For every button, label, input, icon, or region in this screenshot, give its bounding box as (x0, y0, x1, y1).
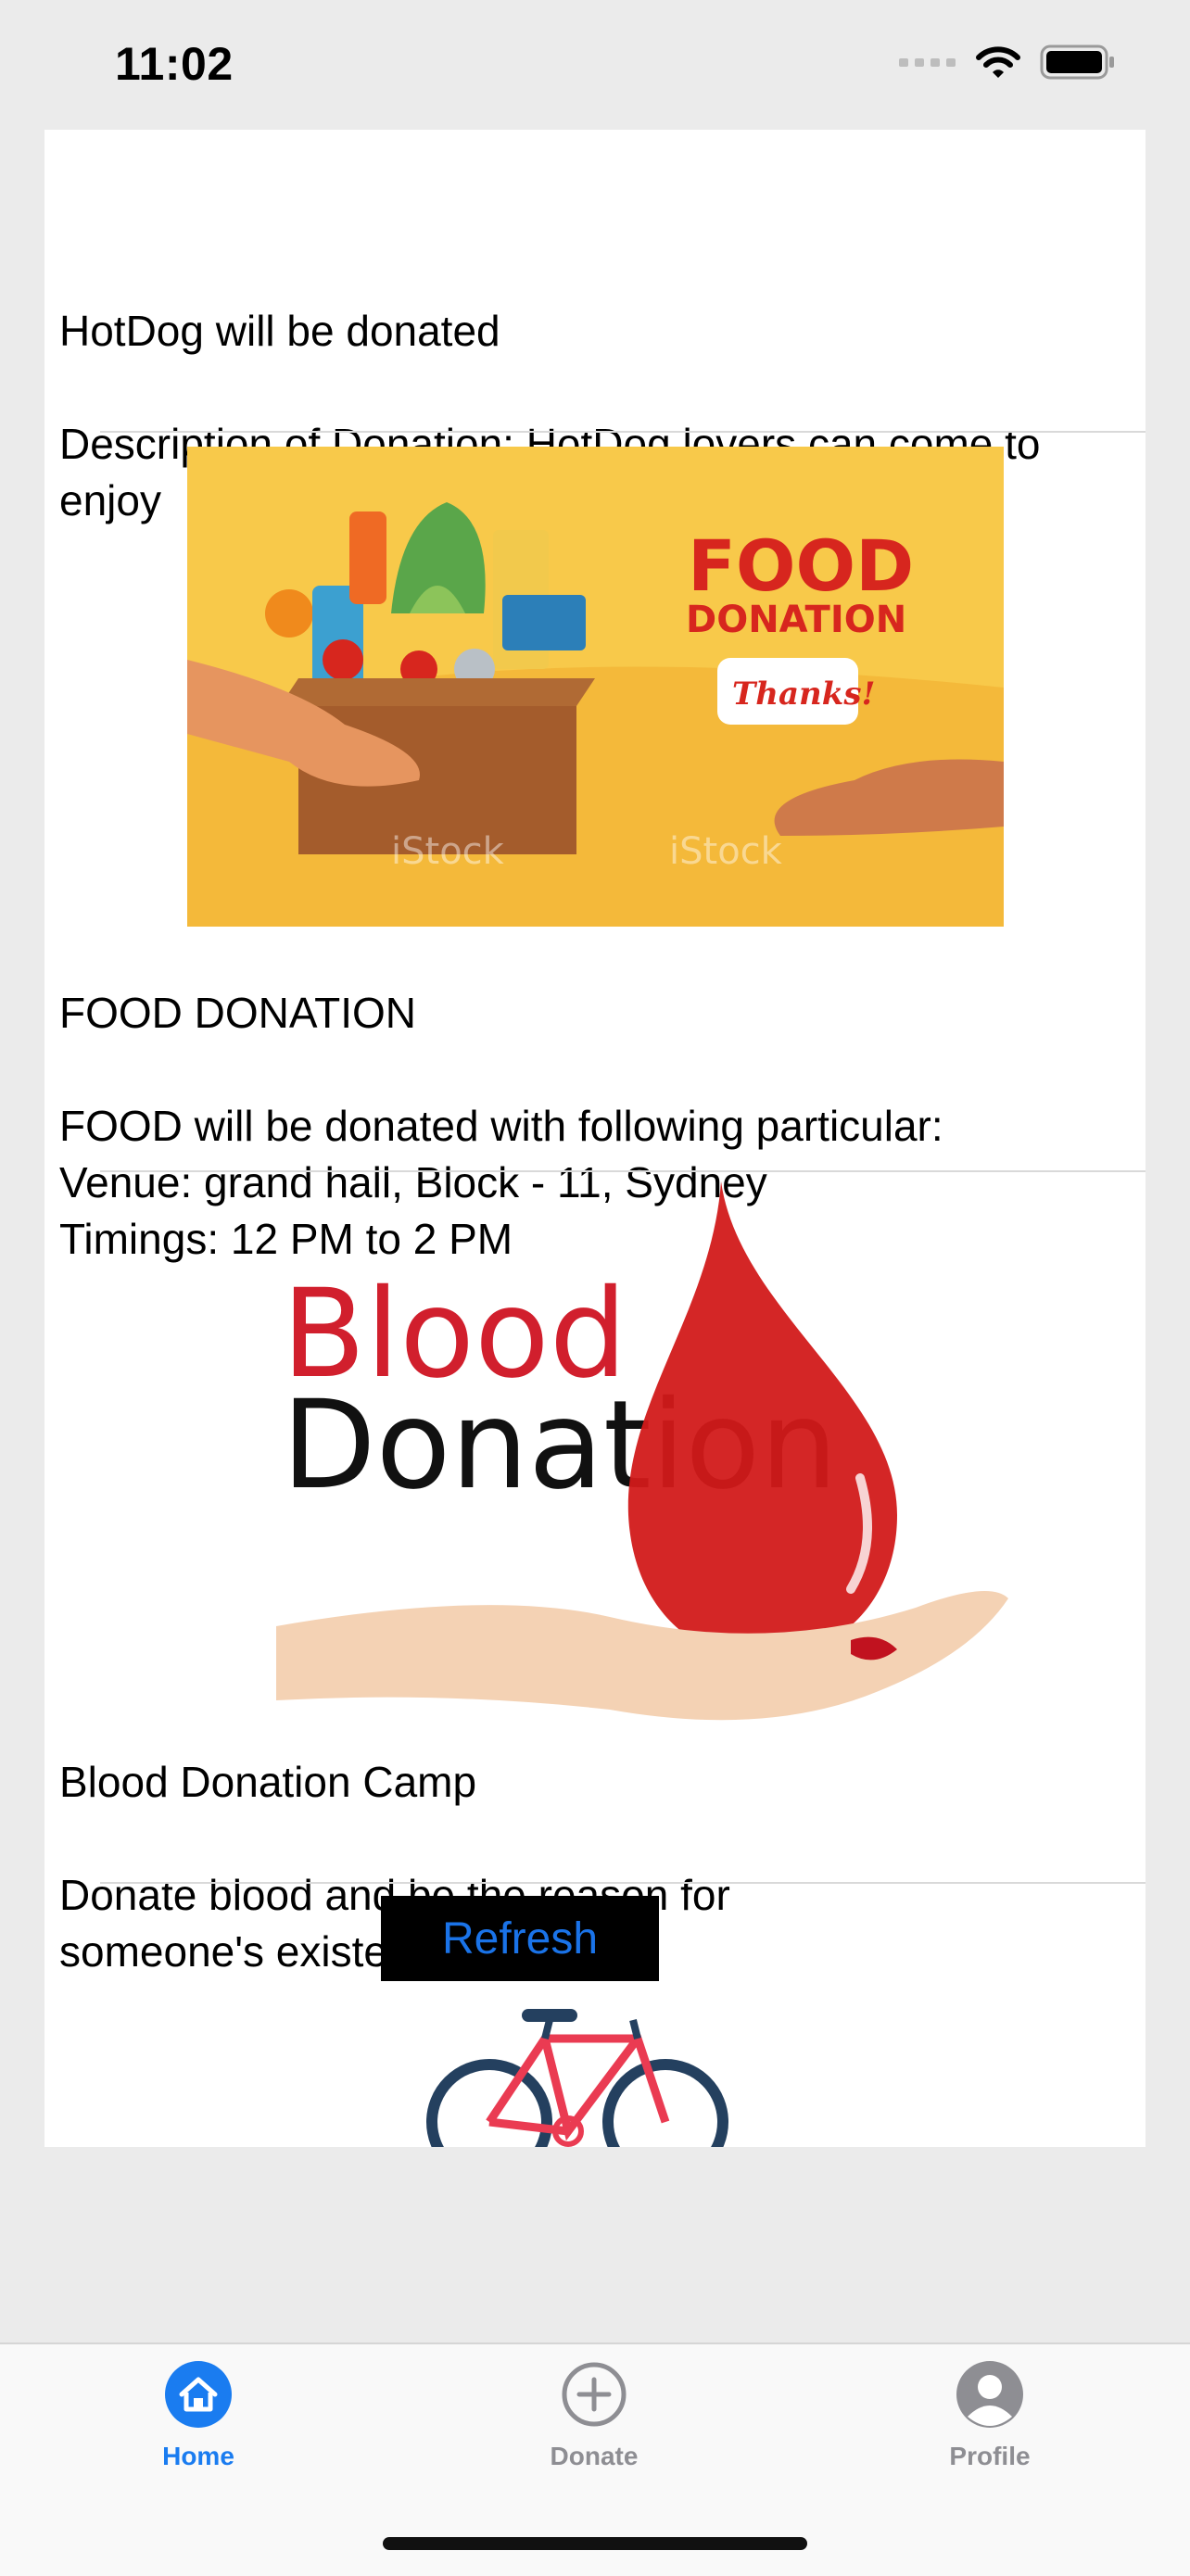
food-thanks-bubble: Thanks! (732, 676, 875, 713)
wifi-icon (975, 44, 1021, 84)
bicycle-image (424, 2001, 730, 2147)
status-icons (899, 44, 1116, 84)
status-bar: 11:02 (0, 0, 1190, 130)
tab-donate[interactable]: Donate (501, 2361, 687, 2471)
plus-circle-icon (561, 2361, 627, 2432)
battery-icon (1040, 44, 1116, 84)
food-headline-line2: DONATION (686, 599, 906, 641)
list-item[interactable]: Blood Donation Camp Donate blood and be … (59, 1698, 1134, 2037)
item-title: HotDog will be donated (59, 307, 500, 355)
tab-label: Donate (550, 2442, 639, 2470)
tab-home[interactable]: Home (106, 2361, 291, 2471)
status-time: 11:02 (115, 38, 234, 90)
row-separator (100, 1882, 1146, 1884)
tab-profile[interactable]: Profile (897, 2361, 1082, 2471)
home-icon (165, 2361, 232, 2432)
item-title: FOOD DONATION (59, 989, 417, 1037)
row-separator (100, 431, 1146, 433)
food-watermark: iStock (669, 830, 783, 873)
donation-feed-list[interactable]: HotDog will be donated Description of Do… (44, 130, 1146, 2147)
food-headline-line1: FOOD (688, 524, 914, 607)
food-watermark: iStock (391, 830, 505, 873)
profile-icon (956, 2361, 1023, 2432)
tab-label: Home (162, 2442, 234, 2470)
refresh-button[interactable]: Refresh (381, 1896, 659, 1981)
item-title: Blood Donation Camp (59, 1758, 477, 1806)
home-indicator[interactable] (383, 2537, 807, 2550)
food-donation-image: FOOD DONATION Thanks! iStock iStock (187, 447, 1004, 927)
tab-label: Profile (949, 2442, 1031, 2470)
signal-dots-icon (899, 56, 956, 73)
